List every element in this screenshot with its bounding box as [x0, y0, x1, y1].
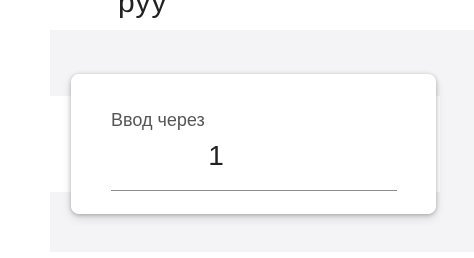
input-popup: Ввод через [71, 74, 436, 214]
field-label: Ввод через [111, 110, 205, 130]
input-through-field[interactable]: Ввод через [111, 110, 397, 194]
field-underline [111, 190, 397, 191]
input-through-value[interactable] [111, 140, 321, 172]
cropped-text-fragment: руу [118, 0, 168, 19]
screen: руу Ввод через [0, 0, 474, 258]
